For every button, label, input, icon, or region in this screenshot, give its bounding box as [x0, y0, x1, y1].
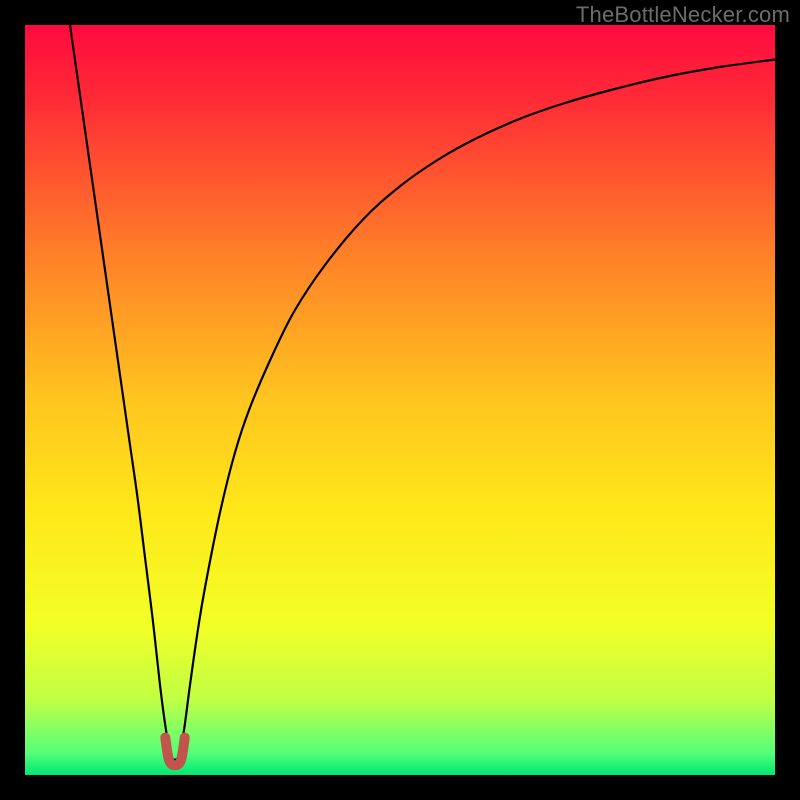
bottleneck-chart — [25, 25, 775, 775]
chart-frame: TheBottleNecker.com — [0, 0, 800, 800]
plot-area — [25, 25, 775, 775]
gradient-background — [25, 25, 775, 775]
